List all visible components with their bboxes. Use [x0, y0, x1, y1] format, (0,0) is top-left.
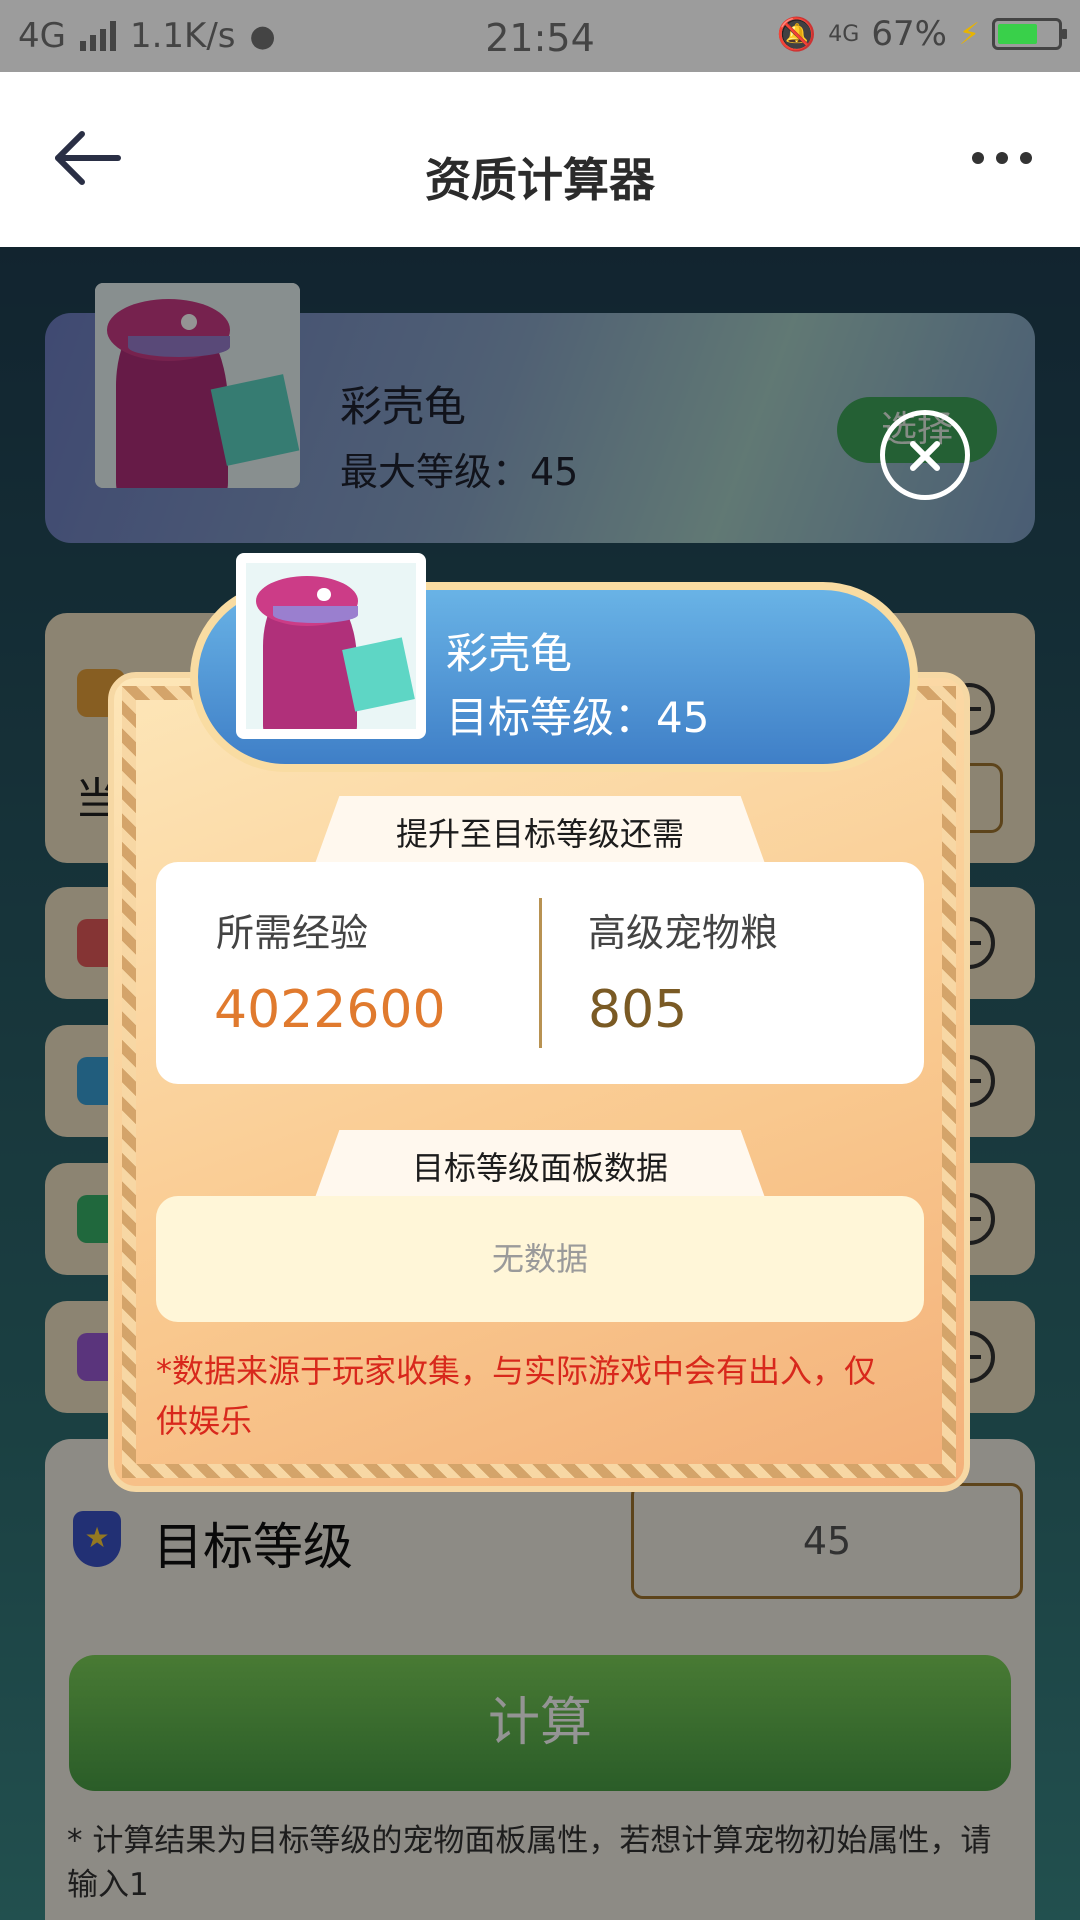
modal-target-level: 目标等级：45 — [446, 693, 710, 742]
panel-data-box: 无数据 — [156, 1196, 924, 1322]
mute-bell-icon: 🔕 — [776, 15, 817, 53]
app-header: 资质计算器 — [0, 72, 1080, 247]
modal-pet-name: 彩壳龟 — [446, 629, 573, 678]
more-options-icon[interactable] — [972, 152, 1032, 164]
upgrade-requirements-box: 所需经验 4022600 高级宠物粮 805 — [156, 862, 924, 1084]
charging-icon: ⚡ — [958, 16, 980, 52]
battery-percent: 67% — [871, 14, 947, 54]
close-icon[interactable] — [880, 410, 970, 500]
disclaimer-text: *数据来源于玩家收集，与实际游戏中会有出入，仅供娱乐 — [156, 1352, 877, 1440]
pet-food-label: 高级宠物粮 — [588, 911, 779, 955]
upgrade-section-title: 提升至目标等级还需 — [312, 796, 768, 872]
exp-value: 4022600 — [214, 980, 446, 1040]
status-right: 🔕 4G 67% ⚡ — [776, 14, 1067, 54]
mobile-data-indicator: 4G — [828, 21, 860, 47]
panel-data-section-title: 目标等级面板数据 — [312, 1130, 768, 1206]
status-bar: 4G 1.1K/s ● 21:54 🔕 4G 67% ⚡ — [0, 0, 1080, 72]
exp-label: 所需经验 — [216, 911, 369, 955]
pet-food-value: 805 — [588, 980, 688, 1040]
column-divider — [539, 898, 542, 1048]
battery-icon — [992, 18, 1067, 50]
modal-pet-thumbnail — [236, 553, 426, 739]
page-title: 资质计算器 — [425, 153, 655, 207]
